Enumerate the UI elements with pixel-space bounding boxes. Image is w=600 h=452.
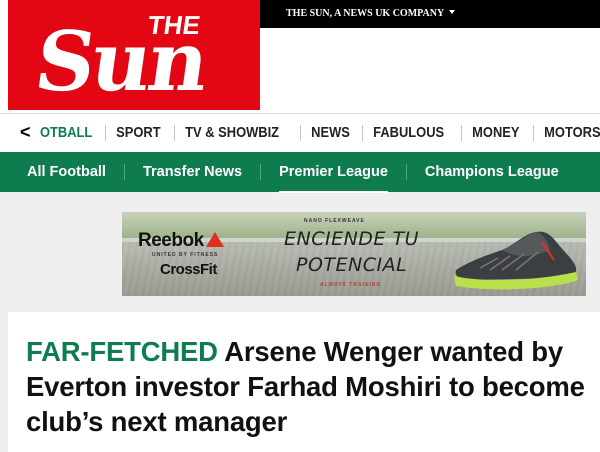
reebok-subline: UNITED BY FITNESS bbox=[152, 252, 219, 258]
company-link[interactable]: THE SUN, A NEWS UK COMPANY bbox=[286, 0, 456, 28]
article-headline[interactable]: FAR-FETCHED Arsene Wenger wanted by Ever… bbox=[26, 334, 596, 439]
sneaker-image bbox=[454, 231, 578, 290]
nav-item-news[interactable]: NEWS bbox=[299, 125, 360, 141]
product-label: NANO FLEXWEAVE bbox=[304, 218, 365, 224]
company-link-label: THE SUN, A NEWS UK COMPANY bbox=[286, 8, 445, 19]
the-sun-logo[interactable]: THE Sun bbox=[8, 0, 260, 110]
subnav-item-champions-league[interactable]: Champions League bbox=[405, 164, 577, 180]
article-kicker: FAR-FETCHED bbox=[26, 336, 218, 367]
nav-item-sport[interactable]: SPORT bbox=[104, 125, 171, 141]
subnav-item-transfer-news[interactable]: Transfer News bbox=[123, 164, 260, 180]
nav-item-money[interactable]: MONEY bbox=[461, 125, 530, 141]
logo-sun-text: Sun bbox=[29, 14, 213, 110]
advertisement-banner[interactable]: Reebok UNITED BY FITNESS CrossFit NANO F… bbox=[122, 212, 586, 296]
reebok-wordmark: Reebok bbox=[138, 230, 204, 251]
football-subnav: All Football Transfer News Premier Leagu… bbox=[0, 152, 600, 193]
subnav-items: All Football Transfer News Premier Leagu… bbox=[0, 152, 577, 193]
ad-headline-line-1: ENCIENDE TU bbox=[284, 228, 419, 250]
nav-scroll-left-icon[interactable]: < bbox=[20, 120, 31, 144]
top-bar: THE SUN, A NEWS UK COMPANY bbox=[260, 0, 600, 28]
masthead: THE Sun THE SUN, A NEWS UK COMPANY bbox=[0, 0, 600, 113]
nav-item-fabulous[interactable]: FABULOUS bbox=[361, 125, 454, 141]
reebok-logo: Reebok bbox=[138, 230, 224, 252]
ad-tagline: ALWAYS TRAINING bbox=[320, 282, 382, 288]
ad-headline-line-2: POTENCIAL bbox=[296, 254, 408, 276]
nav-item-motors[interactable]: MOTORS bbox=[533, 125, 600, 141]
reebok-delta-icon bbox=[205, 232, 224, 247]
nav-item-football[interactable]: OTBALL bbox=[40, 125, 103, 141]
nav-item-tv-showbiz[interactable]: TV & SHOWBIZ bbox=[173, 125, 289, 141]
article-card[interactable]: FAR-FETCHED Arsene Wenger wanted by Ever… bbox=[8, 312, 600, 452]
primary-nav-items: OTBALL SPORT TV & SHOWBIZ NEWS FABULOUS … bbox=[40, 114, 600, 152]
subnav-item-premier-league[interactable]: Premier League bbox=[260, 164, 406, 193]
subnav-item-all-football[interactable]: All Football bbox=[0, 164, 124, 180]
caret-down-icon bbox=[449, 10, 456, 14]
primary-nav: < OTBALL SPORT TV & SHOWBIZ NEWS FABULOU… bbox=[0, 113, 600, 152]
crossfit-logo: CrossFit bbox=[160, 261, 217, 278]
